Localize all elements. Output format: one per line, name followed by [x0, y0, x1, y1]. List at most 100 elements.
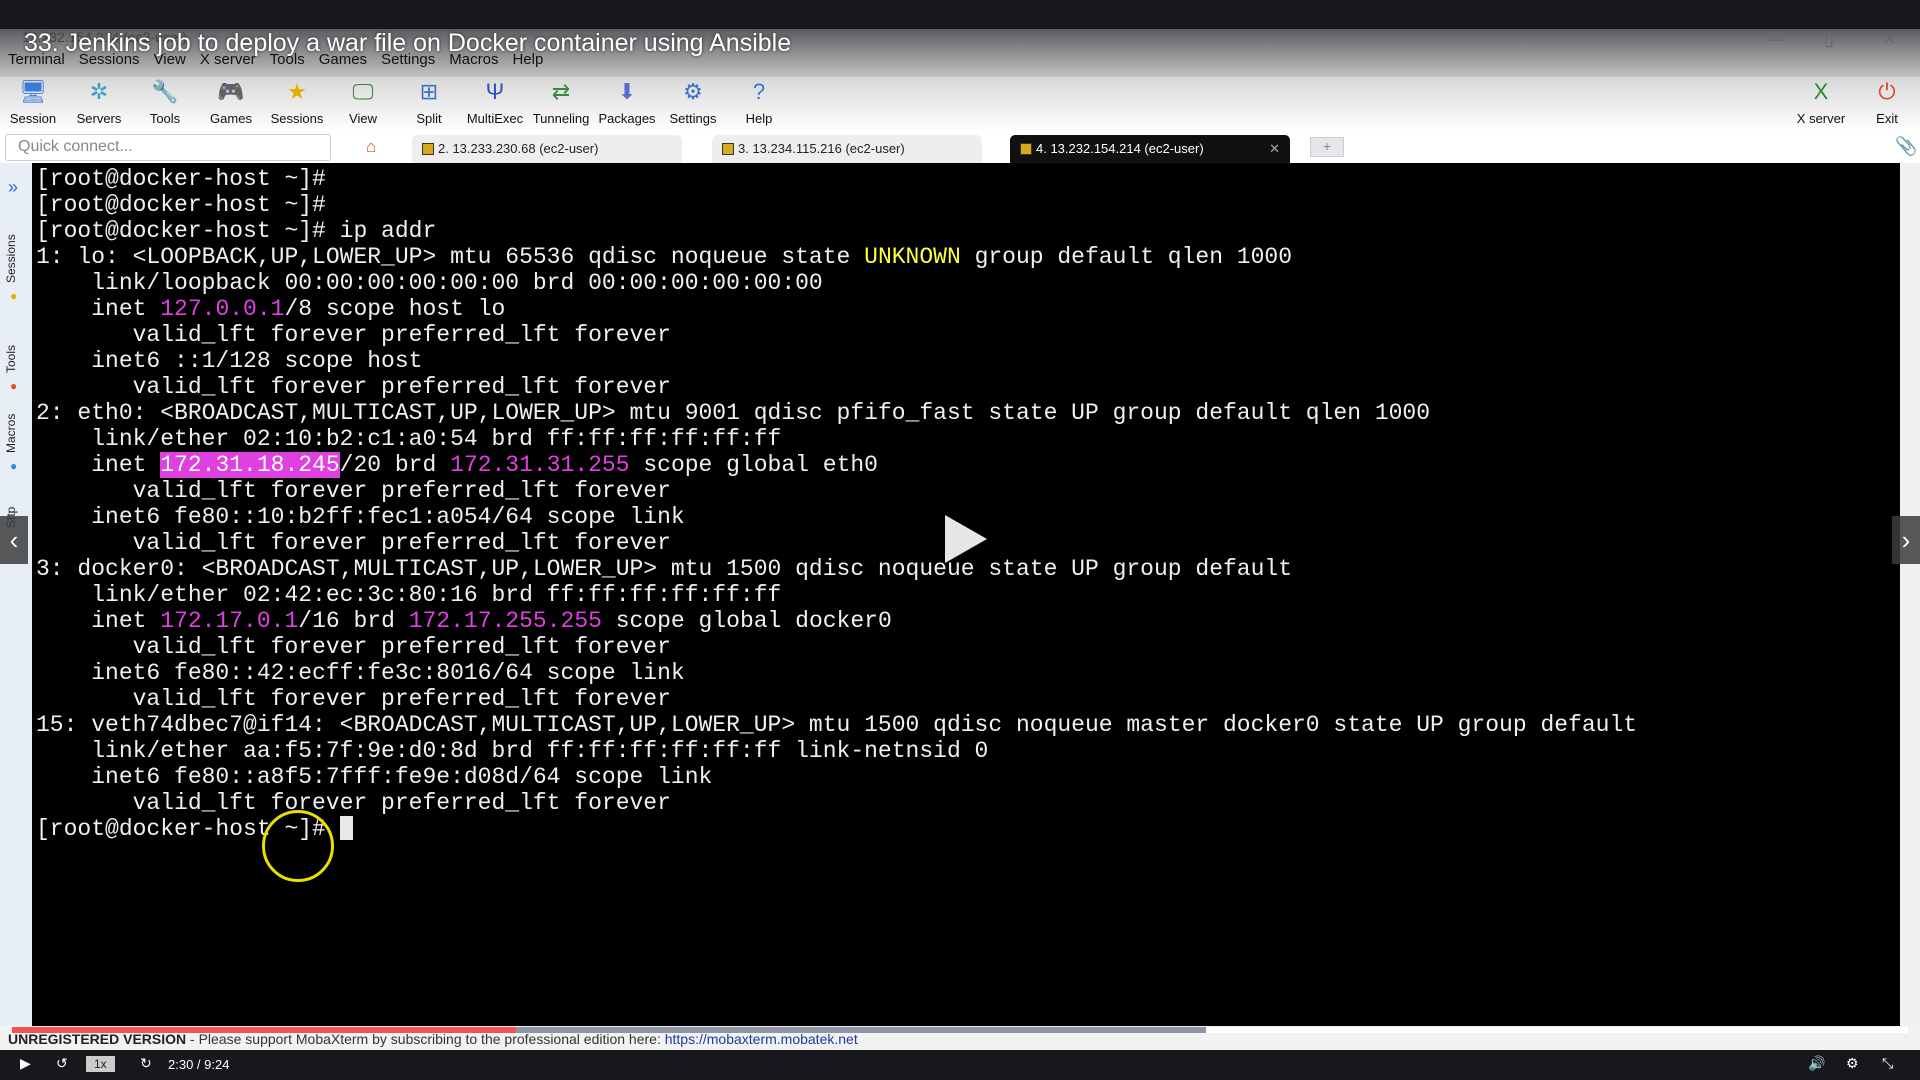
macros-sidebar-icon: ●	[10, 459, 18, 473]
toolbar: 🖥 Session ✲ Servers 🔧 Tools 🎮 Games ★ Sessions 🖵 Vi…	[0, 77, 1920, 132]
terminal-text: link/ether aa:f5:7f:9e:d0:8d brd ff:ff:f…	[36, 738, 989, 764]
terminal-text: inet	[36, 296, 161, 322]
menu-terminal[interactable]: Terminal	[8, 51, 65, 68]
maximize-button[interactable]: ▯	[1824, 29, 1834, 50]
packages-icon: ⬇	[617, 79, 637, 104]
new-tab-button[interactable]: +	[1310, 137, 1344, 157]
session-tab[interactable]: 3. 13.234.115.216 (ec2-user)	[712, 135, 982, 163]
exit-fullscreen-icon[interactable]: ⤡	[1882, 1055, 1893, 1072]
menu-x-server[interactable]: X server	[200, 51, 256, 68]
games-icon: 🎮	[217, 79, 245, 104]
mobatek-link[interactable]: https://mobaxterm.mobatek.net	[665, 1031, 858, 1047]
terminal-line: valid_lft forever preferred_lft forever	[36, 478, 1896, 504]
status-message: - Please support MobaXterm by subscribin…	[186, 1031, 665, 1047]
status-bar: UNREGISTERED VERSION - Please support Mo…	[0, 1030, 1920, 1050]
toolbar-split-button[interactable]: ⊞ Split	[396, 77, 462, 132]
toolbar-tunneling-button[interactable]: ⇄ Tunneling	[528, 77, 594, 132]
toolbar-session-button[interactable]: 🖥 Session	[0, 77, 66, 132]
expand-sidebar-icon[interactable]: »	[8, 177, 18, 198]
video-top-bar	[0, 0, 1920, 29]
session-tab[interactable]: 4. 13.232.154.214 (ec2-user) ✕	[1010, 135, 1290, 163]
view-icon: 🖵	[352, 79, 374, 104]
tunneling-icon: ⇄	[551, 79, 571, 104]
terminal-text: /8 scope host lo	[284, 296, 506, 322]
toolbar-servers-button[interactable]: ✲ Servers	[66, 77, 132, 132]
terminal-line: [root@docker-host ~]#	[36, 192, 1896, 218]
terminal-text: scope global docker0	[601, 608, 892, 634]
toolbar-exit-button[interactable]: ⏻ Exit	[1854, 77, 1920, 132]
toolbar-help-button[interactable]: ? Help	[726, 77, 792, 132]
terminal-text: valid_lft forever preferred_lft forever	[36, 790, 671, 816]
terminal-text: valid_lft forever preferred_lft forever	[36, 478, 671, 504]
title-bar: 13.232.154.214 (ec2-user) 33. Jenkins jo…	[0, 29, 1920, 79]
menu-settings[interactable]: Settings	[381, 51, 435, 68]
tab-label: 3. 13.234.115.216 (ec2-user)	[738, 141, 905, 156]
unregistered-label: UNREGISTERED VERSION	[8, 1031, 187, 1047]
terminal-text: 172.31.31.255	[450, 452, 630, 478]
menu-sessions[interactable]: Sessions	[79, 51, 140, 68]
terminal-line: link/ether 02:10:b2:c1:a0:54 brd ff:ff:f…	[36, 426, 1896, 452]
video-controls: ▶ ↺ 1x ↻ 2:30 / 9:24 🔊 ⚙ ⤡	[0, 1050, 1920, 1080]
terminal-line: inet 127.0.0.1/8 scope host lo	[36, 296, 1896, 322]
settings-icon[interactable]: ⚙	[1846, 1055, 1859, 1072]
toolbar-sessions-button[interactable]: ★ Sessions	[264, 77, 330, 132]
terminal-text: UNKNOWN	[864, 244, 961, 270]
sidebar-tab-tools[interactable]: Tools	[4, 345, 18, 373]
toolbar-games-button[interactable]: 🎮 Games	[198, 77, 264, 132]
toolbar-label: Tools	[149, 111, 181, 126]
toolbar-multiexec-button[interactable]: Ψ MultiExec	[462, 77, 528, 132]
terminal-text: 1: lo: <LOOPBACK,UP,LOWER_UP> mtu 65536 …	[36, 244, 865, 270]
toolbar-x-server-button[interactable]: X X server	[1788, 77, 1854, 132]
terminal-cursor	[339, 816, 353, 840]
play-icon[interactable]: ▶	[20, 1055, 31, 1072]
home-tab-icon[interactable]: ⌂	[366, 137, 376, 157]
terminal-text: 3: docker0: <BROADCAST,MULTICAST,UP,LOWE…	[36, 556, 1293, 582]
terminal-text: group default qlen 1000	[960, 244, 1293, 270]
terminal-output[interactable]: [root@docker-host ~]# [root@docker-host ~…	[32, 163, 1900, 1026]
toolbar-label: X server	[1796, 111, 1846, 126]
terminal-text: [root@docker-host ~]#	[36, 166, 326, 192]
toolbar-label: Tunneling	[532, 111, 590, 126]
menu-tools[interactable]: Tools	[270, 51, 305, 68]
menu-macros[interactable]: Macros	[449, 51, 498, 68]
terminal-text: valid_lft forever preferred_lft forever	[36, 686, 671, 712]
terminal-scrollbar[interactable]	[1900, 163, 1920, 1026]
toolbar-tools-button[interactable]: 🔧 Tools	[132, 77, 198, 132]
power-icon: ⏻	[1878, 79, 1896, 104]
paperclip-icon[interactable]: 📎	[1895, 136, 1917, 157]
terminal-text: link/ether 02:42:ec:3c:80:16 brd ff:ff:f…	[36, 582, 782, 608]
next-arrow[interactable]: ›	[1892, 516, 1920, 564]
menu-games[interactable]: Games	[319, 51, 367, 68]
terminal-line: valid_lft forever preferred_lft forever	[36, 322, 1896, 348]
previous-arrow[interactable]: ‹	[0, 516, 28, 564]
close-tab-icon[interactable]: ✕	[1269, 141, 1280, 157]
terminal-text: valid_lft forever preferred_lft forever	[36, 322, 671, 348]
volume-icon[interactable]: 🔊	[1808, 1055, 1825, 1072]
toolbar-settings-button[interactable]: ⚙ Settings	[660, 77, 726, 132]
sidebar-tab-sessions[interactable]: Sessions	[4, 234, 18, 283]
terminal-text: 15: veth74dbec7@if14: <BROADCAST,MULTICA…	[36, 712, 1638, 738]
tools-sidebar-icon: ●	[10, 379, 18, 393]
speed-button[interactable]: 1x	[86, 1056, 115, 1072]
play-overlay-icon[interactable]	[945, 515, 987, 563]
quick-connect-input[interactable]: Quick connect...	[5, 134, 331, 161]
terminal-line: link/loopback 00:00:00:00:00:00 brd 00:0…	[36, 270, 1896, 296]
split-icon: ⊞	[419, 79, 439, 104]
terminal-text: 2: eth0: <BROADCAST,MULTICAST,UP,LOWER_U…	[36, 400, 1431, 426]
minimize-button[interactable]: —	[1766, 29, 1784, 50]
sidebar-tab-macros[interactable]: Macros	[4, 414, 18, 453]
toolbar-packages-button[interactable]: ⬇ Packages	[594, 77, 660, 132]
gear-icon: ⚙	[683, 79, 703, 104]
forward-icon[interactable]: ↻	[140, 1055, 152, 1072]
toolbar-label: Settings	[669, 111, 717, 126]
session-tab[interactable]: 2. 13.233.230.68 (ec2-user)	[412, 135, 682, 163]
rewind-icon[interactable]: ↺	[56, 1055, 68, 1072]
terminal-line: inet6 fe80::a8f5:7fff:fe9e:d08d/64 scope…	[36, 764, 1896, 790]
terminal-line: [root@docker-host ~]#	[36, 166, 1896, 192]
left-sidebar: » Sessions●Tools●Macros●Sftp●	[0, 163, 32, 1026]
close-button[interactable]: ✕	[1882, 29, 1897, 50]
terminal-text: link/ether 02:10:b2:c1:a0:54 brd ff:ff:f…	[36, 426, 782, 452]
menu-view[interactable]: View	[154, 51, 186, 68]
toolbar-view-button[interactable]: 🖵 View	[330, 77, 396, 132]
menu-help[interactable]: Help	[512, 51, 543, 68]
